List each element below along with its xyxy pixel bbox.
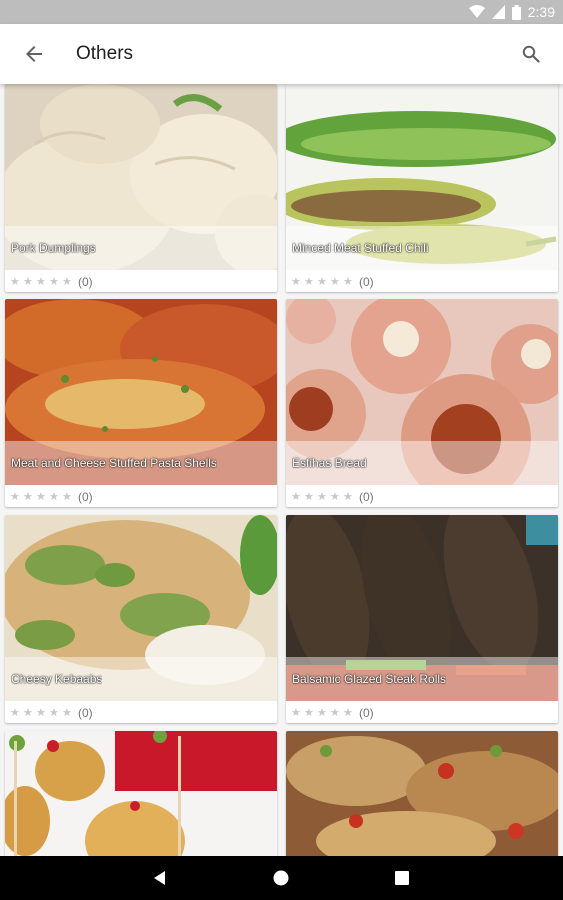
star-empty-icon: ★ [304, 707, 314, 719]
star-empty-icon: ★ [23, 276, 33, 288]
rating-count: (0) [359, 706, 374, 720]
status-time: 2:39 [527, 4, 555, 20]
search-icon [522, 45, 540, 63]
rating-stars: ★ ★ ★ ★ ★ [10, 491, 72, 503]
star-empty-icon: ★ [343, 491, 353, 503]
recipe-title-overlay: Minced Meat Stuffed Chili [286, 226, 558, 270]
nav-recents-icon[interactable] [393, 869, 411, 887]
recipe-title-overlay: Balsamic Glazed Steak Rolls [286, 657, 558, 701]
recipe-title-overlay: Pork Dumplings [5, 226, 277, 270]
recipe-title: Balsamic Glazed Steak Rolls [292, 672, 447, 686]
status-icons: 2:39 [468, 3, 555, 21]
star-empty-icon: ★ [330, 276, 340, 288]
battery-icon [511, 4, 521, 20]
wifi-icon [468, 5, 485, 18]
recipe-rating: ★ ★ ★ ★ ★ (0) [291, 489, 374, 505]
star-empty-icon: ★ [49, 707, 59, 719]
rating-stars: ★ ★ ★ ★ ★ [291, 707, 353, 719]
rating-stars: ★ ★ ★ ★ ★ [10, 707, 72, 719]
system-navigation-bar [0, 856, 563, 900]
star-empty-icon: ★ [317, 491, 327, 503]
app-bar: Others [0, 24, 563, 84]
star-empty-icon: ★ [10, 276, 20, 288]
star-empty-icon: ★ [36, 276, 46, 288]
recipe-rating: ★ ★ ★ ★ ★ (0) [291, 705, 374, 721]
star-empty-icon: ★ [343, 276, 353, 288]
star-empty-icon: ★ [23, 491, 33, 503]
star-empty-icon: ★ [343, 707, 353, 719]
star-empty-icon: ★ [317, 707, 327, 719]
back-button[interactable] [18, 38, 50, 70]
recipe-card[interactable]: Pork Dumplings ★ ★ ★ ★ ★ (0) [5, 84, 277, 292]
star-empty-icon: ★ [49, 491, 59, 503]
status-bar: 2:39 [0, 0, 563, 24]
star-empty-icon: ★ [62, 276, 72, 288]
star-empty-icon: ★ [23, 707, 33, 719]
rating-count: (0) [78, 490, 93, 504]
star-empty-icon: ★ [10, 707, 20, 719]
star-empty-icon: ★ [304, 491, 314, 503]
star-empty-icon: ★ [36, 491, 46, 503]
star-empty-icon: ★ [291, 707, 301, 719]
recipe-card[interactable]: Cheesy Kebaabs ★ ★ ★ ★ ★ (0) [5, 515, 277, 723]
arrow-back-icon [26, 46, 42, 62]
recipe-rating: ★ ★ ★ ★ ★ (0) [10, 274, 93, 290]
cellular-signal-icon [491, 5, 505, 19]
recipe-image [5, 731, 277, 856]
recipe-card[interactable] [286, 731, 558, 856]
recipe-card[interactable]: Esfihas Bread ★ ★ ★ ★ ★ (0) [286, 299, 558, 507]
recipe-title-overlay: Meat and Cheese Stuffed Pasta Shells [5, 441, 277, 485]
nav-home-icon[interactable] [272, 869, 290, 887]
nav-back-icon[interactable] [151, 869, 169, 887]
recipe-card[interactable]: Balsamic Glazed Steak Rolls ★ ★ ★ ★ ★ (0… [286, 515, 558, 723]
star-empty-icon: ★ [62, 491, 72, 503]
recipe-title-overlay: Esfihas Bread [286, 441, 558, 485]
recipe-title: Minced Meat Stuffed Chili [292, 241, 429, 255]
recipe-title: Meat and Cheese Stuffed Pasta Shells [11, 456, 217, 470]
star-empty-icon: ★ [304, 276, 314, 288]
page-title: Others [76, 43, 134, 64]
rating-stars: ★ ★ ★ ★ ★ [291, 491, 353, 503]
recipe-grid[interactable]: Pork Dumplings ★ ★ ★ ★ ★ (0) Minced Meat… [0, 84, 563, 856]
recipe-title: Esfihas Bread [292, 456, 367, 470]
recipe-rating: ★ ★ ★ ★ ★ (0) [10, 489, 93, 505]
rating-stars: ★ ★ ★ ★ ★ [10, 276, 72, 288]
rating-count: (0) [359, 275, 374, 289]
recipe-title: Cheesy Kebaabs [11, 672, 103, 686]
search-button[interactable] [515, 38, 547, 70]
recipe-card[interactable] [5, 731, 277, 856]
rating-count: (0) [359, 490, 374, 504]
rating-count: (0) [78, 275, 93, 289]
recipe-title: Pork Dumplings [11, 241, 96, 255]
recipe-image [286, 731, 558, 856]
star-empty-icon: ★ [330, 491, 340, 503]
star-empty-icon: ★ [291, 491, 301, 503]
rating-count: (0) [78, 706, 93, 720]
star-empty-icon: ★ [291, 276, 301, 288]
star-empty-icon: ★ [317, 276, 327, 288]
star-empty-icon: ★ [36, 707, 46, 719]
recipe-card[interactable]: Minced Meat Stuffed Chili ★ ★ ★ ★ ★ (0) [286, 84, 558, 292]
recipe-title-overlay: Cheesy Kebaabs [5, 657, 277, 701]
star-empty-icon: ★ [49, 276, 59, 288]
star-empty-icon: ★ [330, 707, 340, 719]
star-empty-icon: ★ [62, 707, 72, 719]
recipe-rating: ★ ★ ★ ★ ★ (0) [291, 274, 374, 290]
recipe-card[interactable]: Meat and Cheese Stuffed Pasta Shells ★ ★… [5, 299, 277, 507]
rating-stars: ★ ★ ★ ★ ★ [291, 276, 353, 288]
star-empty-icon: ★ [10, 491, 20, 503]
recipe-rating: ★ ★ ★ ★ ★ (0) [10, 705, 93, 721]
